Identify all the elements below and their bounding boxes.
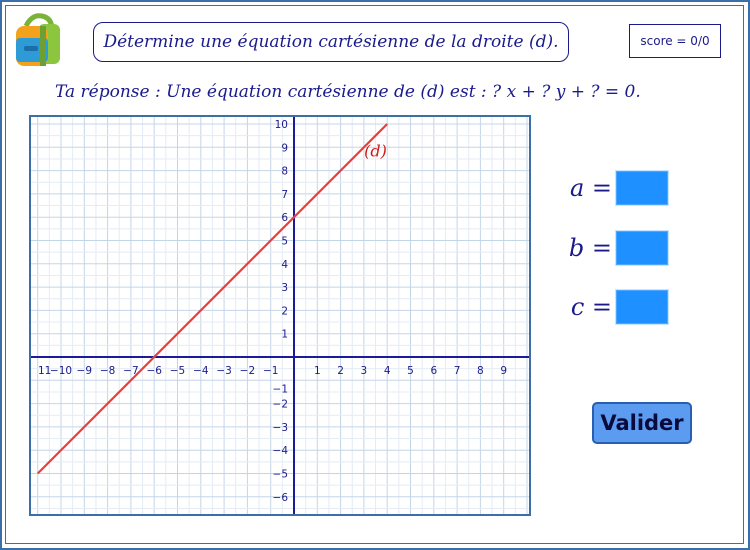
y-tick-label: −6 xyxy=(273,492,289,504)
x-tick-label: 3 xyxy=(361,365,368,377)
x-tick-label: −2 xyxy=(240,365,255,377)
x-tick-label: −5 xyxy=(170,365,185,377)
score-display: score = 0/0 xyxy=(629,24,721,58)
y-tick-label: 9 xyxy=(281,142,288,154)
c-input[interactable] xyxy=(615,289,669,325)
c-label: c = xyxy=(570,293,612,321)
y-tick-label: −5 xyxy=(273,469,288,481)
a-label: a = xyxy=(569,174,612,202)
x-tick-label: −8 xyxy=(100,365,115,377)
x-tick-label: 8 xyxy=(477,365,484,377)
y-tick-label: 8 xyxy=(281,166,288,178)
y-tick-label: −3 xyxy=(273,422,288,434)
y-tick-label: −2 xyxy=(273,399,288,411)
y-tick-label: 2 xyxy=(281,305,288,317)
x-tick-label: −6 xyxy=(146,365,162,377)
y-tick-label: 7 xyxy=(281,189,288,201)
validate-button[interactable]: Valider xyxy=(592,402,692,444)
x-tick-label: −4 xyxy=(193,365,209,377)
question-title: Détermine une équation cartésienne de la… xyxy=(93,22,569,62)
score-text: score = 0/0 xyxy=(640,34,710,48)
x-tick-label: 1 xyxy=(314,365,321,377)
x-tick-label: 4 xyxy=(384,365,391,377)
y-tick-label: 1 xyxy=(281,329,288,341)
y-tick-label: 3 xyxy=(281,282,288,294)
x-tick-label: 7 xyxy=(454,365,461,377)
x-tick-label: −1 xyxy=(263,365,278,377)
x-tick-label: −3 xyxy=(216,365,231,377)
x-tick-label: 2 xyxy=(337,365,344,377)
graph: 11−10 −9 −8 −7 −6 −5 −4 −3 −2 −1 1 2 3 4 5 6 7 8 910987654… xyxy=(31,117,529,514)
x-tick-label: −9 xyxy=(77,365,92,377)
a-input[interactable] xyxy=(615,170,669,206)
question-text: Détermine une équation cartésienne de la… xyxy=(103,32,559,52)
b-label: b = xyxy=(568,234,612,262)
b-row: b = xyxy=(560,230,669,266)
x-tick-label: −10 xyxy=(50,365,72,377)
y-tick-label: 10 xyxy=(275,119,288,131)
y-tick-label: −1 xyxy=(273,383,288,395)
answer-prompt: Ta réponse : Une équation cartésienne de… xyxy=(55,82,641,102)
x-tick-label: 5 xyxy=(407,365,414,377)
a-row: a = xyxy=(560,170,669,206)
x-tick-label: 6 xyxy=(430,365,437,377)
x-tick-label: 9 xyxy=(500,365,507,377)
y-tick-label: 4 xyxy=(281,259,288,271)
line-d-label: (d) xyxy=(364,142,387,161)
y-tick-label: −4 xyxy=(273,445,289,457)
y-tick-label: 5 xyxy=(281,236,288,248)
b-input[interactable] xyxy=(615,230,669,266)
c-row: c = xyxy=(560,289,669,325)
backpack-icon xyxy=(16,13,60,66)
